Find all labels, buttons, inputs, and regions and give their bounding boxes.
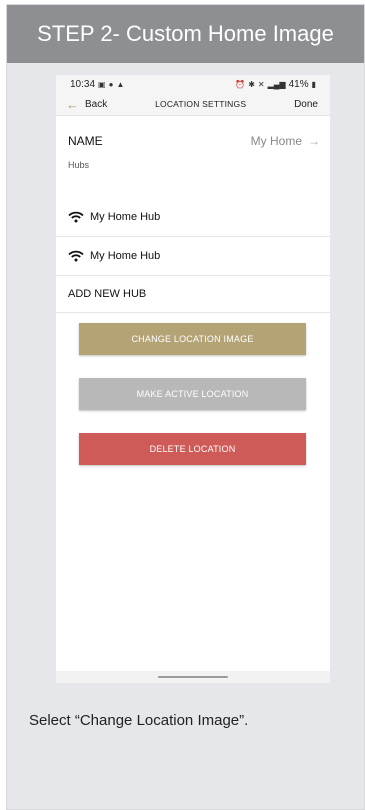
bluetooth-icon: ✱: [248, 79, 255, 89]
battery-percent: 41%: [288, 78, 309, 90]
make-active-location-button[interactable]: MAKE ACTIVE LOCATION: [79, 378, 306, 410]
done-button[interactable]: Done: [294, 99, 318, 110]
hub-label: My Home Hub: [90, 211, 161, 223]
arrow-right-icon: →: [308, 134, 320, 148]
gallery-icon: ▣: [98, 79, 106, 89]
notification-icon: ●: [108, 79, 114, 89]
home-indicator[interactable]: [158, 676, 228, 678]
wifi-icon: [68, 211, 84, 223]
name-label: NAME: [68, 134, 103, 148]
battery-icon: ▮: [311, 79, 316, 89]
nav-bar: ← Back LOCATION SETTINGS Done: [56, 93, 330, 116]
status-time: 10:34: [70, 78, 96, 90]
step-card: STEP 2- Custom Home Image 10:34 ▣ ● ▲ ⏰ …: [6, 4, 365, 810]
step-caption: Select “Change Location Image”.: [29, 712, 249, 729]
phone-screenshot: 10:34 ▣ ● ▲ ⏰ ✱ ✕ ▂▄▆ 41% ▮ ← Back LOCAT…: [56, 75, 330, 683]
step-title: STEP 2- Custom Home Image: [7, 5, 364, 63]
hub-label: My Home Hub: [90, 250, 161, 262]
add-new-hub[interactable]: ADD NEW HUB: [56, 276, 330, 313]
signal-icon: ▂▄▆: [267, 79, 286, 89]
screen-title: LOCATION SETTINGS: [155, 99, 247, 109]
wifi-icon: [68, 250, 84, 262]
hub-item[interactable]: My Home Hub: [56, 237, 330, 276]
back-label: Back: [85, 98, 108, 110]
status-bar: 10:34 ▣ ● ▲ ⏰ ✱ ✕ ▂▄▆ 41% ▮: [56, 75, 330, 93]
name-row[interactable]: NAME My Home →: [56, 124, 330, 158]
name-value: My Home: [250, 134, 302, 148]
app-notification-icon: ▲: [116, 79, 125, 89]
hubs-section-label: Hubs: [68, 160, 90, 170]
alarm-icon: ⏰: [235, 79, 246, 89]
mute-icon: ✕: [257, 79, 265, 89]
back-button[interactable]: ← Back: [66, 98, 107, 111]
hub-item[interactable]: My Home Hub: [56, 198, 330, 237]
delete-location-button[interactable]: DELETE LOCATION: [79, 433, 306, 465]
arrow-left-icon: ←: [66, 96, 79, 112]
change-location-image-button[interactable]: CHANGE LOCATION IMAGE: [79, 323, 306, 355]
gesture-bar-area: [56, 671, 330, 683]
